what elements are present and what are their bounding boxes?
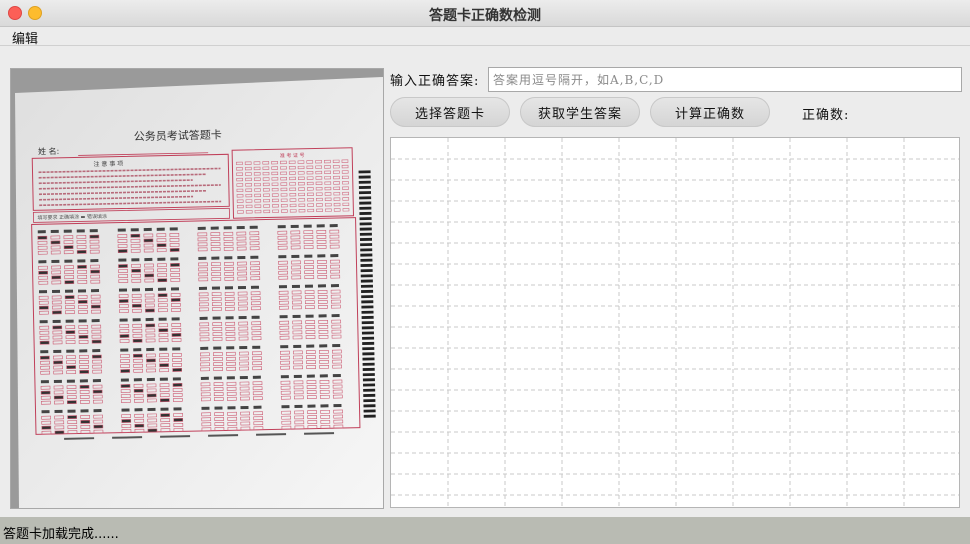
get-student-answers-button[interactable]: 获取学生答案 bbox=[520, 97, 640, 127]
sheet-notice-title: 注 意 事 项 bbox=[93, 160, 123, 169]
answer-sheet-image-panel: 公务员考试答题卡 姓 名: 注 意 事 项 准 考 证 号 填写要求 正确填涂 … bbox=[10, 68, 384, 509]
window-title: 答题卡正确数检测 bbox=[429, 8, 541, 24]
correct-answer-input[interactable] bbox=[488, 67, 962, 92]
status-text: 答题卡加载完成...... bbox=[3, 527, 119, 542]
answer-input-label: 输入正确答案: bbox=[390, 74, 480, 89]
menu-item-edit[interactable]: 编辑 bbox=[12, 28, 38, 47]
select-answer-sheet-button[interactable]: 选择答题卡 bbox=[390, 97, 510, 127]
result-grid bbox=[391, 138, 959, 507]
status-bar: 答题卡加载完成...... bbox=[0, 517, 970, 544]
title-bar: 答题卡正确数检测 bbox=[0, 0, 970, 27]
sheet-id-title: 准 考 证 号 bbox=[280, 152, 305, 160]
calculate-correct-count-button[interactable]: 计算正确数 bbox=[650, 97, 770, 127]
correct-count-label: 正确数: bbox=[802, 108, 850, 123]
answer-sheet-image: 公务员考试答题卡 姓 名: 注 意 事 项 准 考 证 号 填写要求 正确填涂 … bbox=[11, 69, 383, 508]
sheet-name-label: 姓 名: bbox=[38, 146, 59, 156]
result-table[interactable] bbox=[390, 137, 960, 508]
sheet-fill-hint: 填写要求 正确填涂 ▬ 错误填涂 bbox=[37, 213, 107, 221]
menu-bar: 编辑 bbox=[0, 27, 970, 47]
sheet-title: 公务员考试答题卡 bbox=[134, 127, 222, 143]
